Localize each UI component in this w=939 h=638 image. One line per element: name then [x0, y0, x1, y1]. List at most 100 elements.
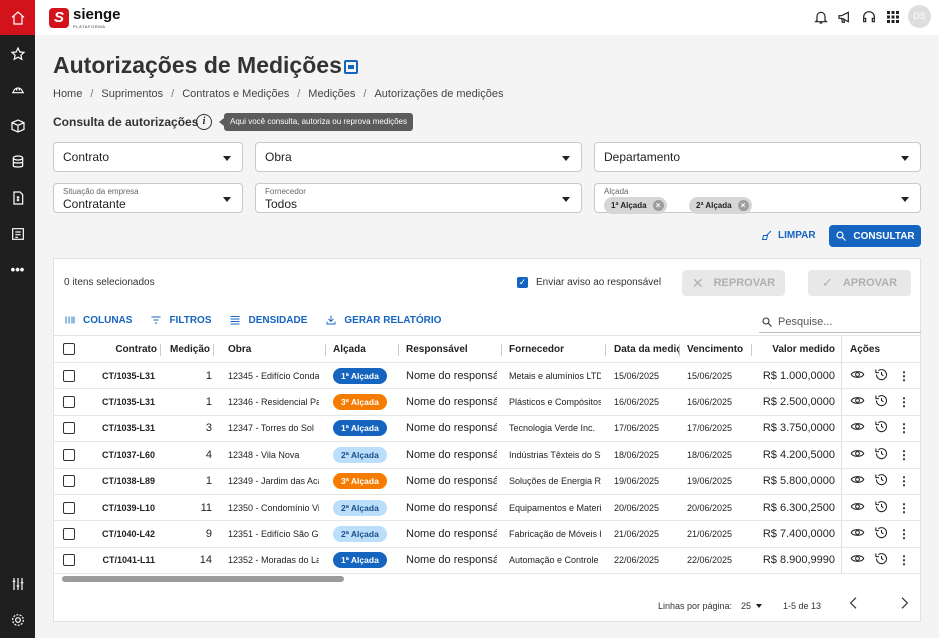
history-button[interactable] [874, 551, 889, 569]
row-checkbox[interactable] [63, 422, 75, 435]
history-button[interactable] [874, 472, 889, 490]
table-row[interactable]: CT/1035-L31 1 12346 - Residencial Parque 3ª… [54, 389, 920, 416]
support-button[interactable] [860, 8, 877, 25]
next-page-button[interactable] [896, 595, 912, 611]
more-vert-icon[interactable]: ⋮ [898, 449, 910, 461]
row-checkbox[interactable] [63, 475, 75, 488]
col-medicao[interactable]: Medição [161, 336, 214, 362]
view-button[interactable] [850, 419, 865, 437]
grid-search-input[interactable]: Pesquise... [759, 311, 921, 333]
adjustments-button[interactable] [0, 566, 35, 602]
more-vert-icon[interactable]: ⋮ [898, 475, 910, 487]
alcada-select[interactable]: Alçada 1ª Alçada × 2ª Alçada × [594, 183, 921, 214]
table-row[interactable]: CT/1038-L89 1 12349 - Jardim das Acácias 3ª… [54, 468, 920, 495]
notify-checkbox[interactable]: ✓ Enviar aviso ao responsável [517, 277, 661, 288]
horizontal-scrollbar[interactable] [54, 575, 920, 583]
view-button[interactable] [850, 551, 865, 569]
chip-remove-icon[interactable]: × [737, 200, 749, 211]
breadcrumb-medicoes[interactable]: Medições [308, 88, 355, 100]
info-icon[interactable]: i [196, 114, 212, 130]
notifications-button[interactable] [812, 8, 829, 25]
history-button[interactable] [874, 393, 889, 411]
row-checkbox[interactable] [63, 396, 75, 409]
favorites-button[interactable] [0, 36, 35, 72]
alcada-chip[interactable]: 1ª Alçada × [604, 197, 667, 214]
col-responsavel[interactable]: Responsável [399, 336, 502, 362]
more-vert-icon[interactable]: ⋮ [898, 422, 910, 434]
settings-button[interactable] [0, 602, 35, 638]
more-vert-icon[interactable]: ⋮ [898, 502, 910, 514]
row-checkbox[interactable] [63, 554, 75, 567]
view-button[interactable] [850, 499, 865, 517]
reports-button[interactable] [0, 216, 35, 252]
history-button[interactable] [874, 419, 889, 437]
calendar-icon[interactable] [344, 60, 358, 74]
table-row[interactable]: CT/1035-L31 1 12345 - Edifício Condado 1ª A… [54, 363, 920, 390]
fornecedor-select[interactable]: Fornecedor Todos [255, 183, 582, 213]
scrollbar-thumb[interactable] [62, 576, 344, 582]
cell-responsavel: Nome do responsável [406, 475, 497, 488]
col-fornecedor[interactable]: Fornecedor [502, 336, 606, 362]
finance-button[interactable] [0, 144, 35, 180]
rows-per-page-select[interactable]: 25 [741, 601, 763, 611]
more-button[interactable]: ••• [0, 252, 35, 288]
view-button[interactable] [850, 393, 865, 411]
supplies-button[interactable] [0, 108, 35, 144]
construction-button[interactable] [0, 72, 35, 108]
chip-remove-icon[interactable]: × [652, 200, 664, 211]
row-checkbox[interactable] [63, 369, 75, 382]
filters-button[interactable]: FILTROS [150, 314, 211, 326]
prev-page-button[interactable] [846, 595, 862, 611]
more-vert-icon[interactable]: ⋮ [898, 396, 910, 408]
view-button[interactable] [850, 472, 865, 490]
announcements-button[interactable] [836, 8, 853, 25]
col-obra[interactable]: Obra [214, 336, 326, 362]
aprovar-button[interactable]: ✓ APROVAR [808, 270, 911, 296]
table-row[interactable]: CT/1041-L11 14 12352 - Moradas do Lago 1ª A… [54, 547, 920, 575]
row-checkbox[interactable] [63, 448, 75, 461]
consultar-button[interactable]: CONSULTAR [829, 225, 921, 247]
history-button[interactable] [874, 367, 889, 385]
table-row[interactable]: CT/1035-L31 3 12347 - Torres do Sol 1ª Alça… [54, 415, 920, 443]
row-checkbox[interactable] [63, 501, 75, 514]
accounting-button[interactable] [0, 180, 35, 216]
more-vert-icon[interactable]: ⋮ [898, 528, 910, 540]
row-checkbox[interactable] [63, 528, 75, 541]
more-vert-icon[interactable]: ⋮ [898, 554, 910, 566]
table-row[interactable]: CT/1039-L10 11 12350 - Condomínio Vista 2ª … [54, 494, 920, 522]
col-alcada[interactable]: Alçada [326, 336, 399, 362]
cell-valor: R$ 5.800,0000 [762, 475, 835, 488]
breadcrumb-contratos[interactable]: Contratos e Medições [182, 88, 289, 100]
situacao-select[interactable]: Situação da empresa Contratante [53, 183, 243, 213]
history-button[interactable] [874, 525, 889, 543]
more-vert-icon[interactable]: ⋮ [898, 370, 910, 382]
view-button[interactable] [850, 367, 865, 385]
col-valor[interactable]: Valor medido [752, 336, 841, 362]
home-button[interactable] [0, 0, 35, 35]
density-button[interactable]: DENSIDADE [229, 314, 307, 326]
columns-button[interactable]: COLUNAS [64, 314, 132, 326]
sienge-logo[interactable]: S sienge PLATAFORMA [49, 6, 121, 29]
apps-button[interactable] [884, 8, 901, 25]
alcada-chip[interactable]: 2ª Alçada × [689, 197, 752, 214]
col-data[interactable]: Data da medição [606, 336, 680, 362]
limpar-button[interactable]: LIMPAR [761, 229, 816, 241]
table-row[interactable]: CT/1040-L42 9 12351 - Edifício São Gabriel… [54, 521, 920, 548]
departamento-select[interactable]: Departamento [594, 142, 921, 172]
table-row[interactable]: CT/1037-L60 4 12348 - Vila Nova 2ª Alçada No… [54, 442, 920, 469]
select-all-checkbox[interactable] [63, 343, 75, 355]
contrato-select[interactable]: Contrato [53, 142, 243, 172]
obra-select[interactable]: Obra [255, 142, 582, 172]
reprovar-button[interactable]: ✕ REPROVAR [682, 270, 785, 296]
eye-icon [850, 450, 865, 457]
breadcrumb-suprimentos[interactable]: Suprimentos [101, 88, 163, 100]
col-vencimento[interactable]: Vencimento [680, 336, 752, 362]
breadcrumb-home[interactable]: Home [53, 88, 82, 100]
view-button[interactable] [850, 525, 865, 543]
view-button[interactable] [850, 446, 865, 464]
history-button[interactable] [874, 499, 889, 517]
report-button[interactable]: GERAR RELATÓRIO [325, 314, 441, 326]
history-button[interactable] [874, 446, 889, 464]
user-avatar[interactable]: DS [908, 5, 931, 28]
col-contrato[interactable]: Contrato [88, 336, 161, 362]
